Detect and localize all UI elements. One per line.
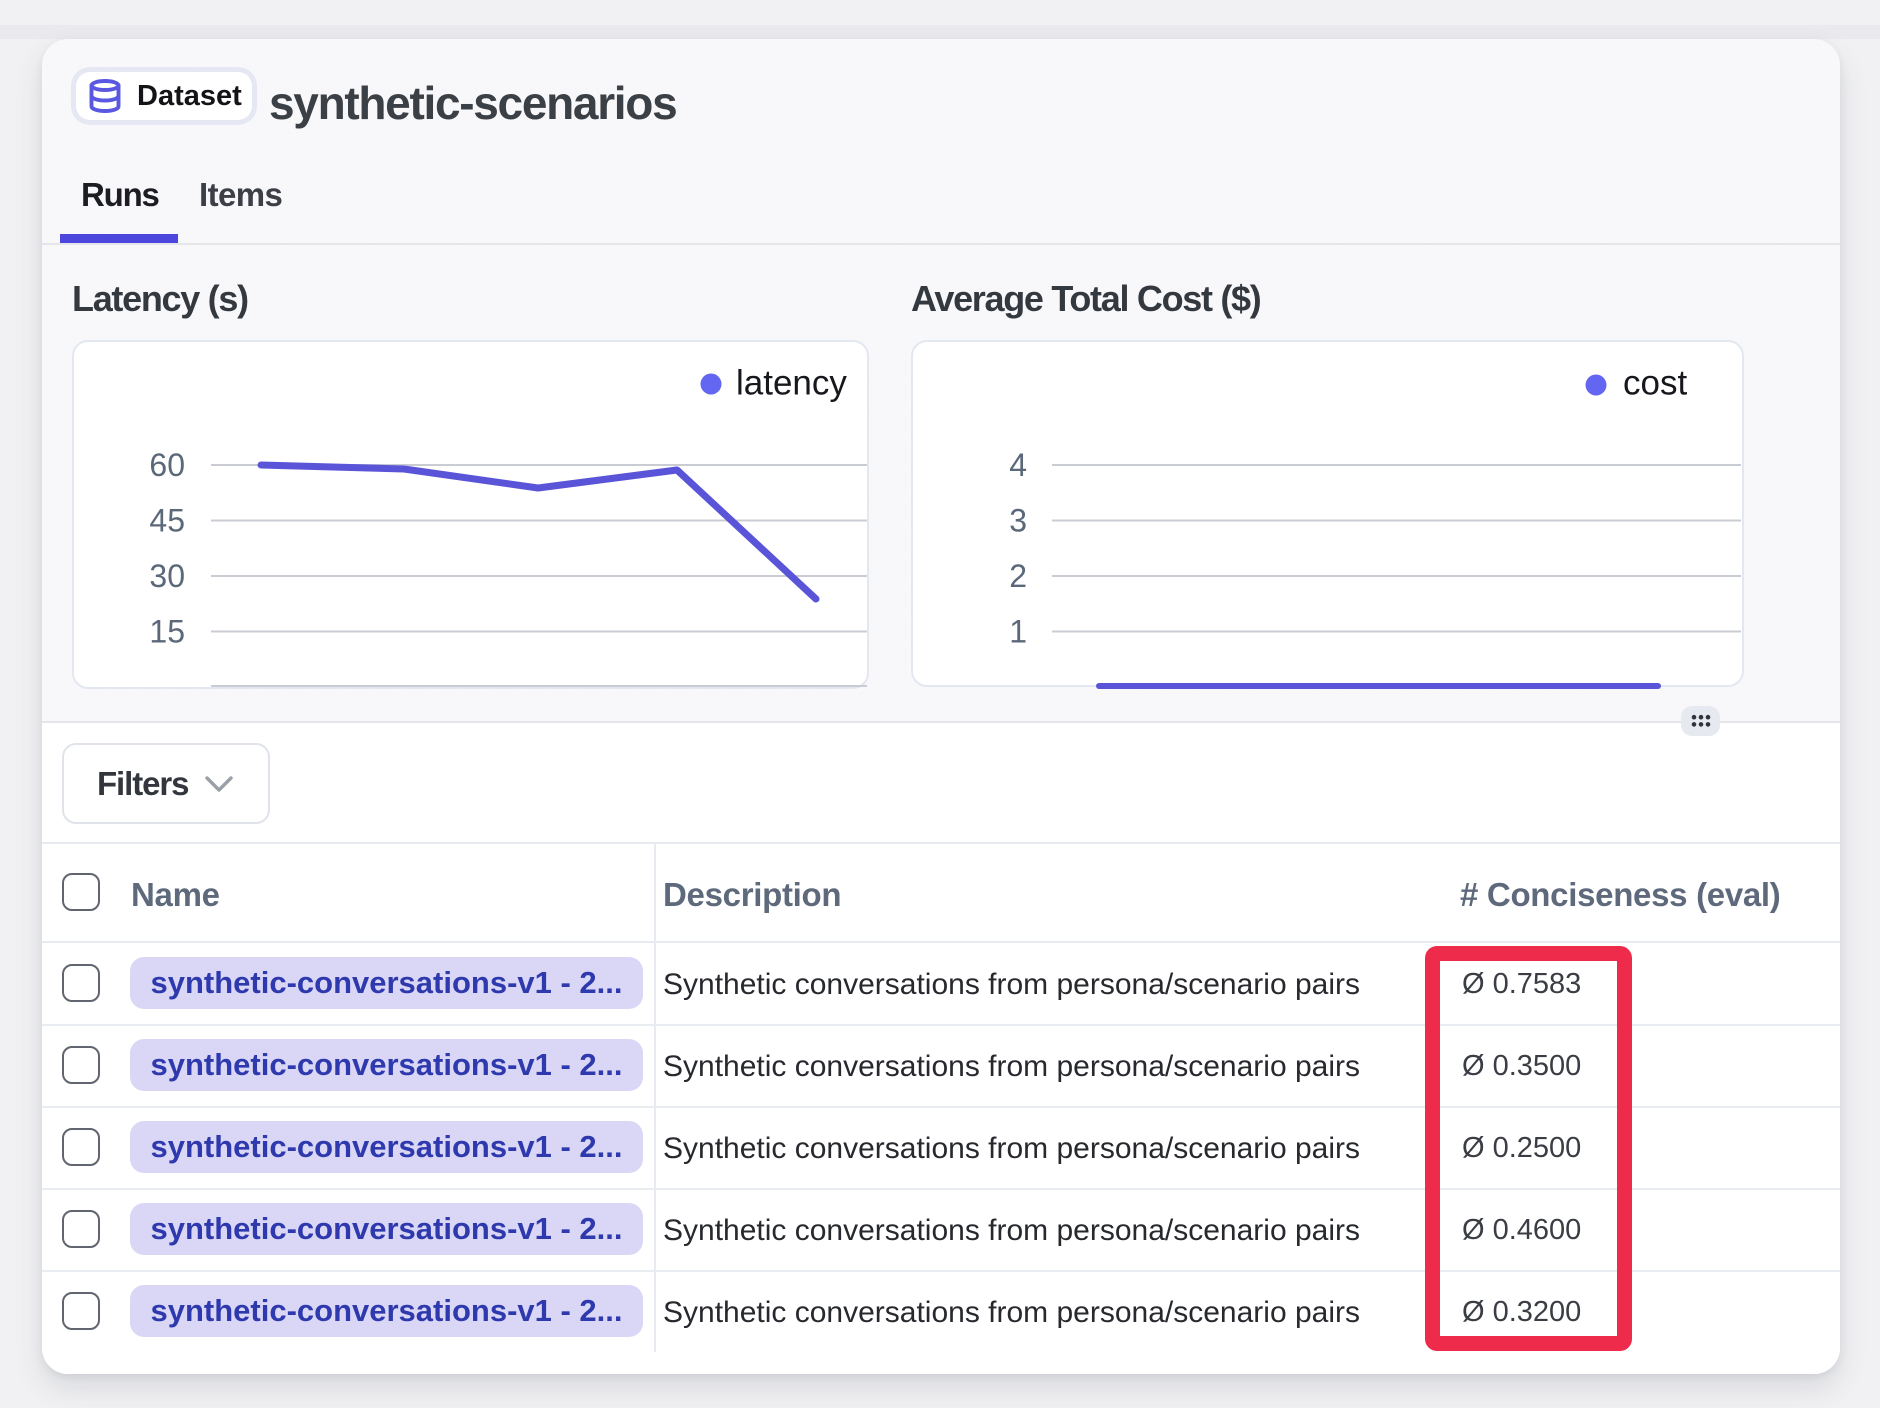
svg-text:15: 15 xyxy=(149,614,185,650)
svg-text:4: 4 xyxy=(1009,447,1027,483)
svg-text:1: 1 xyxy=(1009,614,1027,650)
svg-text:3: 3 xyxy=(1009,503,1027,539)
svg-text:45: 45 xyxy=(149,503,185,539)
svg-text:60: 60 xyxy=(149,447,185,483)
svg-text:cost: cost xyxy=(1623,364,1687,403)
svg-text:2: 2 xyxy=(1009,558,1027,594)
svg-text:latency: latency xyxy=(736,364,847,403)
svg-text:30: 30 xyxy=(149,558,185,594)
